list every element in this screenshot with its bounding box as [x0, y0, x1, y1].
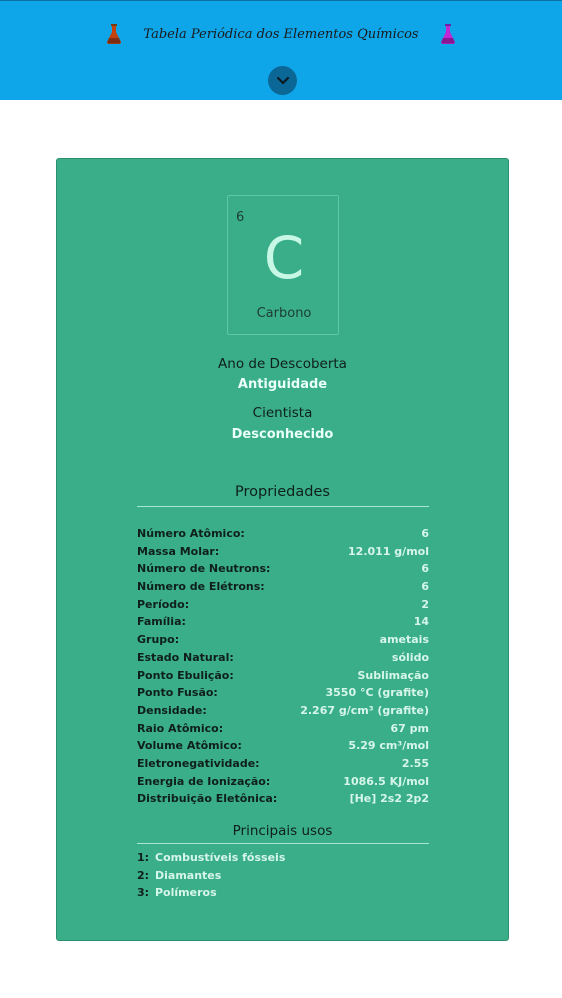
property-row: Número de Neutrons: 6 [137, 560, 429, 578]
property-row: Grupo: ametais [137, 631, 429, 649]
property-row: Família: 14 [137, 613, 429, 631]
property-label: Ponto Fusão: [137, 686, 218, 700]
top-header: Tabela Periódica dos Elementos Químicos [0, 0, 562, 100]
property-row: Número de Elétrons: 6 [137, 578, 429, 596]
property-row: Volume Atômico: 5.29 cm³/mol [137, 737, 429, 755]
property-row: Número Atômico: 6 [137, 525, 429, 543]
element-name: Carbono [256, 306, 312, 321]
scientist-value: Desconhecido [231, 427, 334, 442]
property-row: Ponto Ebulição: Sublimação [137, 667, 429, 685]
discovery-label: Ano de Descoberta [218, 356, 347, 372]
use-number: 3: [137, 886, 150, 900]
header-title-row: Tabela Periódica dos Elementos Químicos [0, 19, 562, 49]
list-item: 2: Diamantes [137, 867, 429, 885]
property-value: 6 [421, 527, 429, 540]
property-value: 67 pm [390, 721, 429, 735]
property-row: Eletronegatividade: 2.55 [137, 755, 429, 773]
property-row: Distribuição Eletônica: [He] 2s2 2p2 [137, 790, 429, 808]
property-label: Grupo: [137, 633, 180, 647]
property-value: 12.011 g/mol [348, 544, 429, 558]
chevron-down-icon [276, 76, 289, 84]
property-label: Densidade: [137, 703, 207, 717]
property-value: sólido [391, 650, 429, 664]
property-value: 6 [421, 580, 429, 594]
flask-right-icon [440, 24, 455, 44]
property-label: Número de Neutrons: [137, 562, 271, 576]
property-value: 2.55 [401, 756, 429, 770]
property-label: Estado Natural: [137, 650, 234, 664]
property-row: Energia de Ionização: 1086.5 KJ/mol [137, 773, 429, 791]
property-label: Massa Molar: [137, 544, 220, 558]
element-symbol: C [263, 224, 305, 292]
property-value: 14 [413, 615, 429, 629]
use-number: 2: [137, 868, 150, 882]
property-label: Número Atômico: [137, 527, 245, 540]
property-label: Energia de Ionização: [137, 774, 271, 788]
property-label: Período: [137, 597, 190, 611]
properties-title: Propriedades [235, 484, 330, 500]
property-row: Raio Atômico: 67 pm [137, 720, 429, 738]
property-value: ametais [379, 633, 429, 647]
use-label: Polímeros [155, 886, 217, 900]
property-value: [He] 2s2 2p2 [349, 792, 429, 806]
atomic-number: 6 [236, 210, 245, 225]
property-value: 5.29 cm³/mol [348, 739, 429, 753]
element-card: 6 C Carbono Ano de Descoberta Antiguidad… [56, 158, 509, 941]
property-label: Volume Atômico: [137, 739, 242, 753]
property-row: Massa Molar: 12.011 g/mol [137, 543, 429, 561]
property-value: 2 [421, 597, 429, 611]
property-value: 1086.5 KJ/mol [343, 774, 429, 788]
uses-divider [137, 843, 429, 844]
scientist-label: Cientista [252, 405, 313, 421]
property-row: Ponto Fusão: 3550 °C (grafite) [137, 684, 429, 702]
property-value: 6 [421, 562, 429, 576]
property-row: Período: 2 [137, 596, 429, 614]
properties-list: Número Atômico: 6 Massa Molar: 12.011 g/mo… [137, 525, 429, 808]
property-row: Estado Natural: sólido [137, 649, 429, 667]
uses-title: Principais usos [232, 823, 333, 839]
property-label: Família: [137, 615, 186, 629]
property-label: Número de Elétrons: [137, 580, 265, 594]
page-title: Tabela Periódica dos Elementos Químicos [143, 26, 419, 42]
properties-divider [137, 506, 429, 507]
property-row: Densidade: 2.267 g/cm³ (grafite) [137, 702, 429, 720]
use-label: Diamantes [155, 868, 222, 882]
use-number: 1: [137, 851, 150, 864]
property-value: Sublimação [357, 668, 429, 682]
property-label: Distribuição Eletônica: [137, 792, 278, 806]
uses-list: 1: Combustíveis fósseis 2: Diamantes 3: Pol… [137, 849, 429, 902]
discovery-value: Antiguidade [237, 377, 328, 392]
element-tile: 6 C Carbono [227, 195, 339, 335]
list-item: 3: Polímeros [137, 884, 429, 902]
property-label: Raio Atômico: [137, 721, 224, 735]
flask-left-icon [107, 24, 122, 44]
list-item: 1: Combustíveis fósseis [137, 849, 429, 867]
property-value: 2.267 g/cm³ (grafite) [300, 703, 429, 717]
property-value: 3550 °C (grafite) [325, 686, 430, 700]
property-label: Ponto Ebulição: [137, 668, 234, 682]
expand-menu-button[interactable] [268, 66, 297, 95]
use-label: Combustíveis fósseis [155, 851, 286, 864]
property-label: Eletronegatividade: [137, 756, 260, 770]
